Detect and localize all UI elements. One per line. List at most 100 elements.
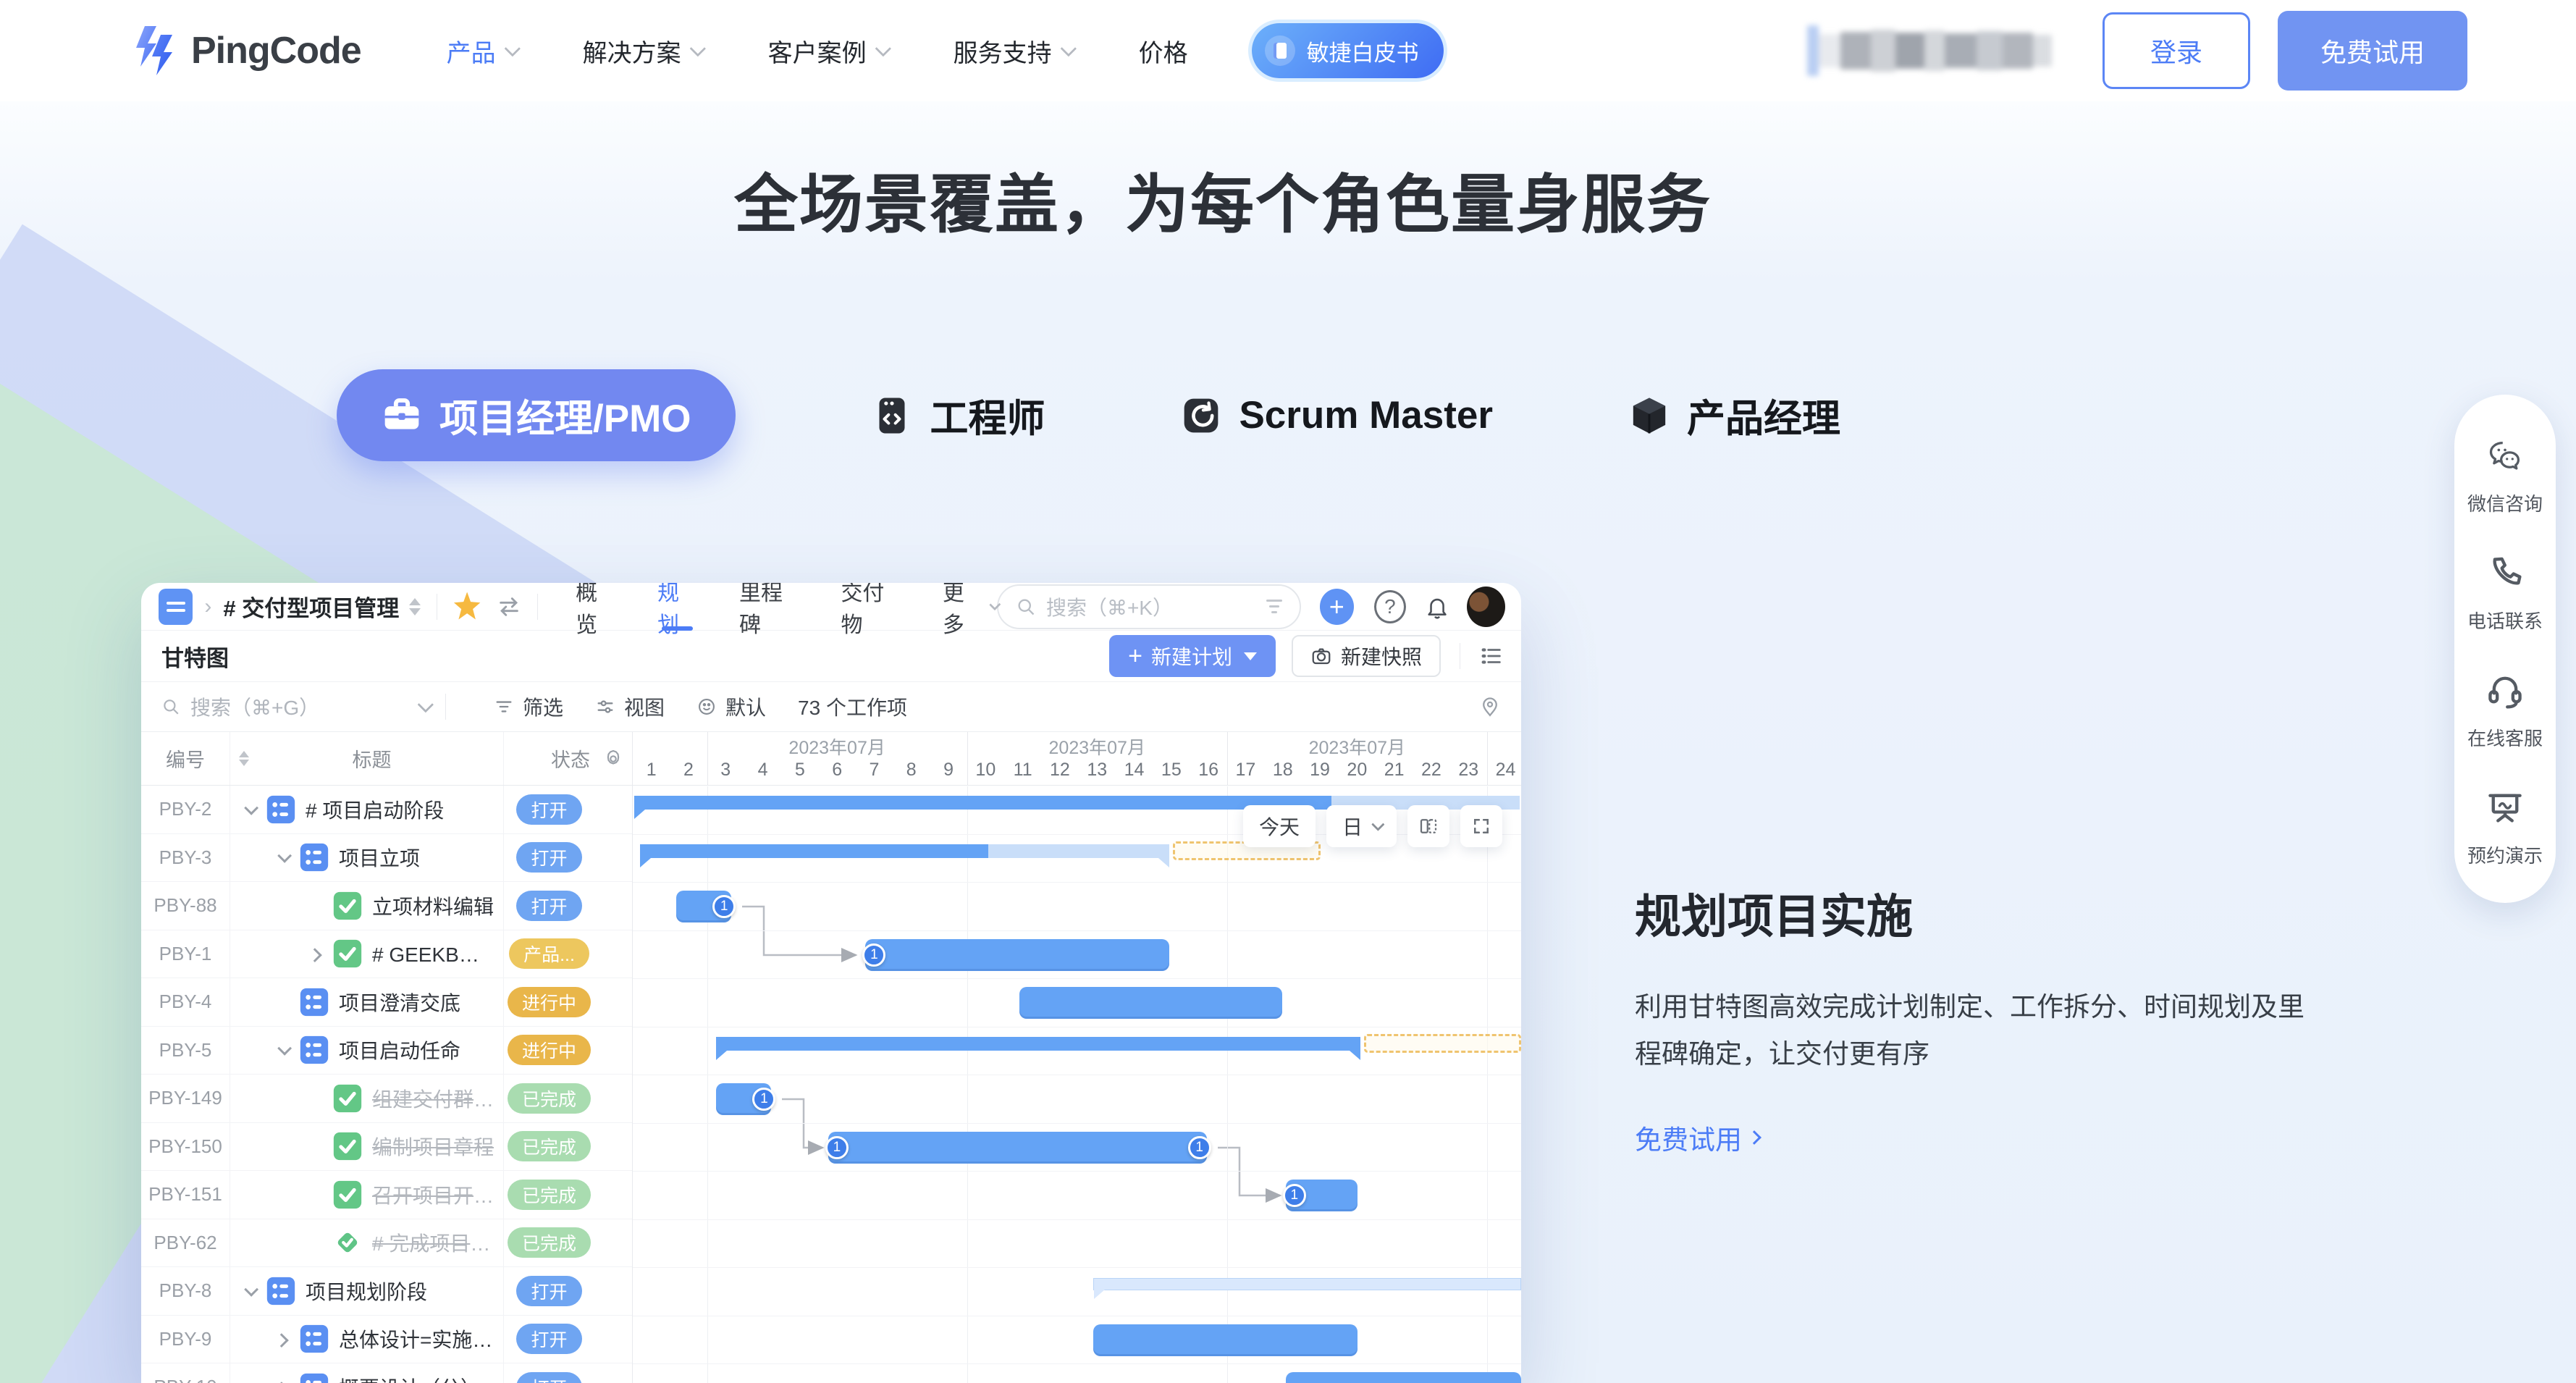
project-switcher-icon[interactable] [409, 598, 421, 615]
status-badge[interactable]: 打开 [516, 842, 581, 873]
filter-button[interactable]: 筛选 [494, 692, 563, 721]
gantt-bar-task[interactable]: 1 [676, 891, 731, 922]
login-button[interactable]: 登录 [2103, 12, 2250, 89]
locate-pin-icon[interactable] [1479, 696, 1501, 718]
expander-icon[interactable] [272, 852, 294, 862]
dependency-count-badge[interactable]: 1 [1188, 1136, 1211, 1159]
whitepaper-badge[interactable]: 敏捷白皮书 [1252, 23, 1444, 78]
new-plan-button[interactable]: +新建计划 [1109, 635, 1276, 677]
table-row[interactable]: PBY-2# 项目启动阶段打开 [141, 786, 632, 834]
work-item-title[interactable]: 立项材料编辑 [372, 891, 494, 920]
work-item-title[interactable]: 项目规划阶段 [306, 1277, 427, 1306]
gantt-bar-task[interactable]: 1 [1286, 1180, 1358, 1211]
status-badge[interactable]: 已完成 [508, 1131, 591, 1161]
contact-item-demo-screen[interactable]: 预约演示 [2467, 789, 2543, 868]
column-settings-gear-icon[interactable] [594, 732, 632, 785]
status-badge[interactable]: 打开 [516, 891, 581, 921]
view-settings-button[interactable]: 视图 [595, 692, 665, 721]
nav-item-0[interactable]: 产品 [447, 33, 516, 69]
gantt-bar-task[interactable]: 1 [716, 1083, 771, 1115]
table-row[interactable]: PBY-4项目澄清交底进行中 [141, 978, 632, 1027]
status-badge[interactable]: 产品... [509, 938, 589, 969]
table-row[interactable]: PBY-5项目启动任命进行中 [141, 1027, 632, 1075]
nav-item-2[interactable]: 客户案例 [768, 33, 887, 69]
expander-icon[interactable] [306, 949, 327, 959]
work-item-title[interactable]: # GEEKBOOKS 极... [372, 939, 494, 968]
table-row[interactable]: PBY-10概要设计（分）打开 [141, 1363, 632, 1383]
global-search-input[interactable]: 搜索（⌘+K） [997, 584, 1301, 629]
table-row[interactable]: PBY-1# GEEKBOOKS 极...产品... [141, 930, 632, 979]
work-item-title[interactable]: 召开项目开工会 [372, 1180, 494, 1209]
column-header-status[interactable]: 状态 [504, 732, 594, 785]
gantt-bar-task[interactable] [1019, 987, 1282, 1019]
split-panel-button[interactable] [1407, 805, 1449, 847]
dependency-count-badge[interactable]: 1 [825, 1136, 849, 1159]
new-snapshot-button[interactable]: 新建快照 [1292, 635, 1441, 677]
search-filter-icon[interactable] [1266, 600, 1282, 613]
contact-item-wechat[interactable]: 微信咨询 [2467, 437, 2543, 516]
view-list-icon[interactable] [1479, 644, 1504, 668]
gantt-bar-parent[interactable] [716, 1037, 1360, 1051]
table-row[interactable]: PBY-150编制项目章程已完成 [141, 1123, 632, 1172]
table-row[interactable]: PBY-9总体设计=实施方案（...打开 [141, 1316, 632, 1364]
status-badge[interactable]: 进行中 [508, 1035, 591, 1065]
fullscreen-button[interactable] [1460, 805, 1502, 847]
table-row[interactable]: PBY-88立项材料编辑打开 [141, 882, 632, 930]
exchange-icon[interactable] [497, 594, 521, 620]
help-icon[interactable]: ? [1374, 590, 1406, 623]
today-button[interactable]: 今天 [1243, 805, 1316, 847]
app-tab-4[interactable]: 更多 [943, 583, 997, 631]
status-badge[interactable]: 打开 [516, 1276, 581, 1306]
work-item-title[interactable]: 组建交付群和工作台 [372, 1084, 494, 1113]
status-badge[interactable]: 已完成 [508, 1227, 591, 1258]
user-avatar[interactable] [1467, 587, 1505, 627]
status-badge[interactable]: 打开 [516, 1372, 581, 1383]
dependency-count-badge[interactable]: 1 [752, 1088, 775, 1111]
column-header-id[interactable]: 编号 [141, 732, 230, 785]
pingcode-logo[interactable]: PingCode [132, 25, 361, 77]
table-row[interactable]: PBY-3项目立项打开 [141, 834, 632, 883]
work-item-title[interactable]: 项目澄清交底 [339, 988, 460, 1017]
status-badge[interactable]: 打开 [516, 1324, 581, 1354]
expander-icon[interactable] [272, 1045, 294, 1055]
persona-tab-code-terminal[interactable]: 工程师 [872, 388, 1045, 443]
gantt-bar-task[interactable] [1093, 1324, 1358, 1356]
feature-trial-link[interactable]: 免费试用 [1635, 1118, 1759, 1157]
app-tab-3[interactable]: 交付物 [841, 583, 900, 631]
nav-item-1[interactable]: 解决方案 [583, 33, 702, 69]
table-row[interactable]: PBY-62# 完成项目启动阶段...已完成 [141, 1219, 632, 1268]
work-item-title[interactable]: 项目立项 [339, 843, 420, 872]
table-row[interactable]: PBY-151召开项目开工会已完成 [141, 1171, 632, 1219]
work-item-title[interactable]: # 完成项目启动阶段... [372, 1228, 494, 1257]
status-badge[interactable]: 已完成 [508, 1180, 591, 1210]
favorite-star-icon[interactable] [453, 592, 481, 621]
table-row[interactable]: PBY-8项目规划阶段打开 [141, 1267, 632, 1316]
expander-icon[interactable] [272, 1334, 294, 1344]
app-tab-1[interactable]: 规划 [657, 583, 697, 631]
persona-tab-briefcase[interactable]: 项目经理/PMO [337, 369, 736, 461]
contact-item-headset[interactable]: 在线客服 [2467, 671, 2543, 751]
status-badge[interactable]: 已完成 [508, 1083, 591, 1114]
work-item-title[interactable]: # 项目启动阶段 [306, 795, 444, 824]
persona-tab-scrum-cycle[interactable]: Scrum Master [1181, 393, 1493, 437]
dependency-count-badge[interactable]: 1 [862, 943, 885, 967]
persona-tab-cube[interactable]: 产品经理 [1629, 388, 1840, 443]
dependency-count-badge[interactable]: 1 [1283, 1184, 1306, 1207]
app-tab-2[interactable]: 里程碑 [739, 583, 799, 631]
status-badge[interactable]: 进行中 [508, 987, 591, 1017]
gantt-bar-task[interactable]: 1 [865, 939, 1169, 971]
contact-item-phone[interactable]: 电话联系 [2467, 554, 2543, 634]
column-header-title[interactable]: 标题 [353, 744, 392, 773]
status-badge[interactable]: 打开 [516, 794, 581, 825]
nav-item-3[interactable]: 服务支持 [954, 33, 1072, 69]
item-search-input[interactable]: 搜索（⌘+G） [161, 692, 429, 721]
dependency-count-badge[interactable]: 1 [712, 895, 736, 918]
gantt-bar-task[interactable] [1286, 1372, 1521, 1383]
expander-icon[interactable] [239, 1286, 261, 1296]
time-scale-select[interactable]: 日 [1326, 805, 1397, 847]
project-folder-icon[interactable] [159, 589, 193, 625]
sort-icon[interactable] [239, 751, 249, 766]
work-item-title[interactable]: 编制项目章程 [372, 1132, 494, 1161]
work-item-title[interactable]: 项目启动任命 [339, 1035, 460, 1064]
gantt-bar-baseline[interactable] [1093, 1278, 1521, 1290]
